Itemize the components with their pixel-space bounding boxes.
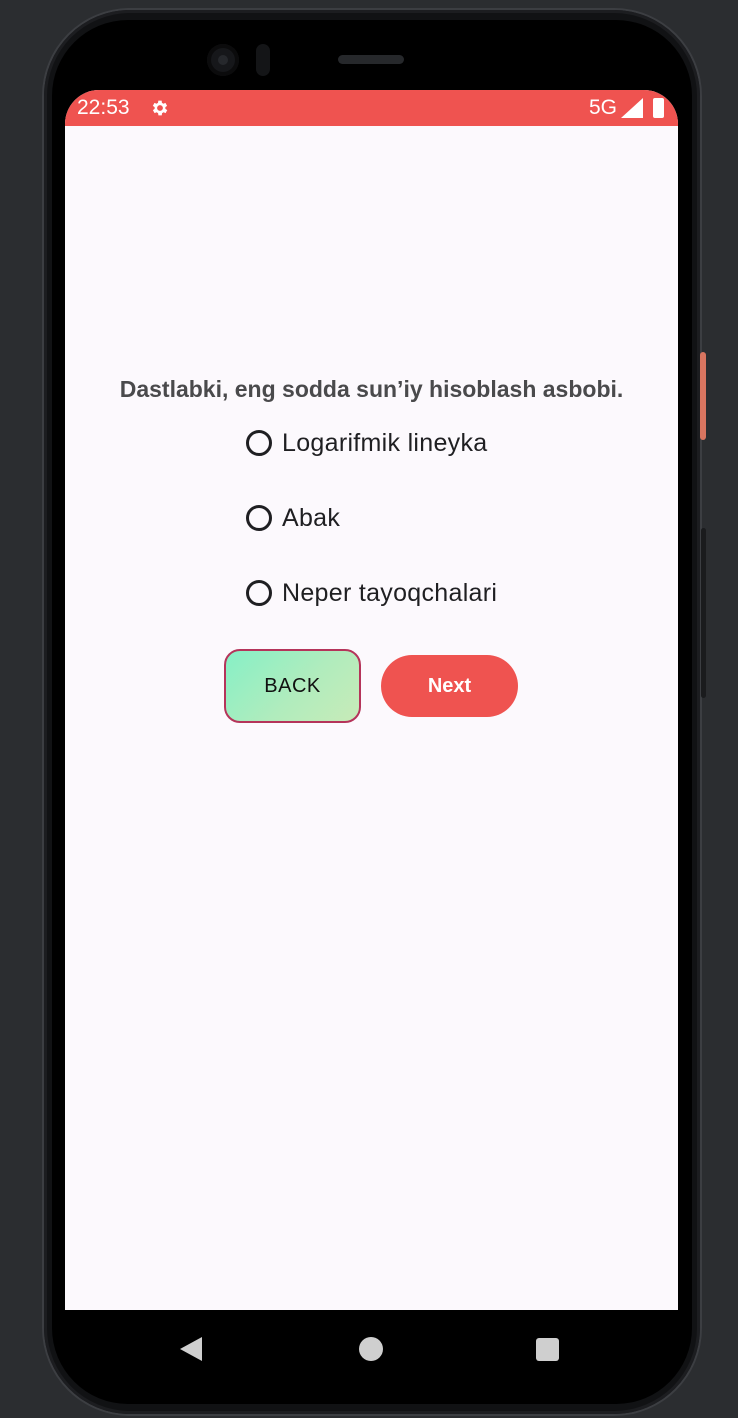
back-button[interactable]: BACK [224, 649, 361, 723]
question-text: Dastlabki, eng sodda sun’iy hisoblash as… [119, 376, 624, 402]
radio-button[interactable] [246, 505, 272, 531]
power-button[interactable] [700, 352, 706, 440]
proximity-sensor [256, 44, 270, 76]
next-button[interactable]: Next [381, 655, 518, 717]
recents-square-icon[interactable] [536, 1338, 559, 1361]
answer-option-3[interactable]: Neper tayoqchalari [246, 573, 566, 613]
signal-icon [621, 98, 643, 118]
earpiece-speaker [338, 55, 404, 64]
option-label: Abak [282, 503, 341, 532]
radio-button[interactable] [246, 580, 272, 606]
emulator-stage: 22:53 5G Dastlabki, eng sodda sun’iy his… [0, 0, 738, 1418]
home-circle-icon[interactable] [359, 1337, 383, 1361]
option-label: Neper tayoqchalari [282, 578, 498, 607]
radio-button[interactable] [246, 430, 272, 456]
camera-lens [218, 55, 228, 65]
status-bar: 22:53 5G [65, 90, 678, 126]
option-label: Logarifmik lineyka [282, 428, 488, 457]
status-time: 22:53 [77, 96, 130, 119]
answer-option-1[interactable]: Logarifmik lineyka [246, 423, 566, 463]
network-type-label: 5G [589, 96, 618, 119]
battery-icon [653, 98, 664, 118]
volume-rocker[interactable] [701, 528, 706, 698]
app-screen: 22:53 5G Dastlabki, eng sodda sun’iy his… [65, 90, 678, 1310]
system-navigation-bar [65, 1310, 678, 1388]
answer-option-2[interactable]: Abak [246, 498, 566, 538]
back-triangle-icon[interactable] [180, 1337, 202, 1361]
gear-icon [152, 100, 168, 116]
